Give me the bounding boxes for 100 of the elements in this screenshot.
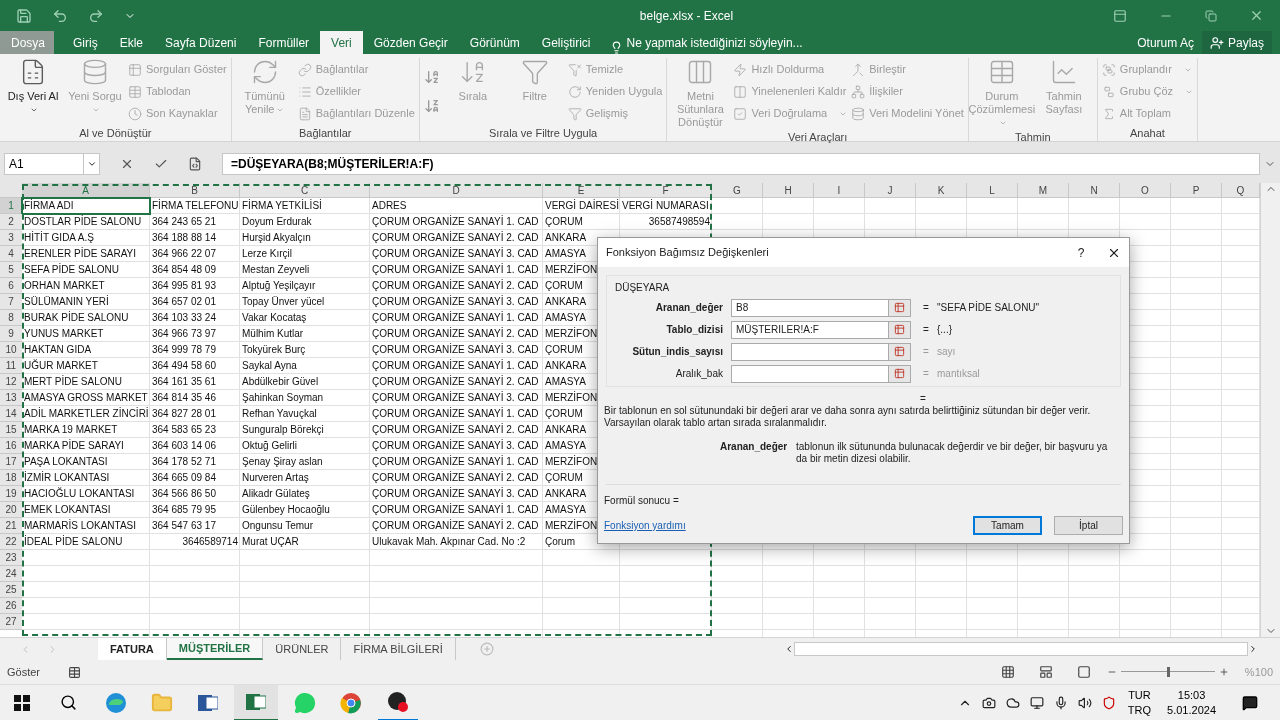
zoom-slider[interactable] [1120, 667, 1215, 677]
tell-me-search[interactable]: Ne yapmak istediğinizi söyleyin... [626, 31, 1130, 54]
column-header[interactable]: I [814, 183, 865, 198]
row-header[interactable]: 27 [0, 614, 22, 630]
column-header[interactable]: F [620, 183, 712, 198]
row-header[interactable]: 9 [0, 326, 22, 342]
user-add-icon[interactable] [1209, 35, 1224, 50]
row-header[interactable]: 26 [0, 598, 22, 614]
zoom-in-icon[interactable] [1218, 667, 1229, 677]
ribbon-tab[interactable]: Geliştirici [530, 31, 602, 54]
sign-in-link[interactable]: Oturum Aç [1129, 31, 1202, 54]
ribbon-button[interactable]: Dış Veri Al [4, 58, 62, 125]
column-header[interactable]: B [150, 183, 240, 198]
row-header[interactable]: 15 [0, 422, 22, 438]
record-icon[interactable] [387, 690, 409, 713]
row-header[interactable]: 1 [0, 198, 22, 214]
row-header[interactable]: 21 [0, 518, 22, 534]
clock-date[interactable]: 5.01.2024 [1167, 702, 1216, 718]
keyboard-indicator[interactable]: TRQ [1127, 702, 1152, 718]
help-button[interactable]: ? [1071, 243, 1091, 262]
row-header[interactable]: 22 [0, 534, 22, 550]
row-header[interactable]: 12 [0, 374, 22, 390]
ribbon-tab[interactable]: Sayfa Düzeni [154, 31, 248, 54]
dialog-button[interactable]: Tamam [973, 516, 1042, 535]
column-header[interactable]: Q [1222, 183, 1260, 198]
row-header[interactable]: 2 [0, 214, 22, 230]
row-header[interactable]: 10 [0, 342, 22, 358]
scroll-right-icon[interactable] [1248, 644, 1258, 654]
column-header[interactable]: J [865, 183, 916, 198]
language-indicator[interactable]: TUR [1128, 687, 1151, 703]
argument-field[interactable] [731, 364, 889, 383]
ribbon-tab[interactable]: Görünüm [458, 31, 531, 54]
row-header[interactable]: 4 [0, 246, 22, 262]
clock-time[interactable]: 15:03 [1177, 687, 1206, 703]
save-icon[interactable] [16, 7, 32, 24]
row-header[interactable]: 19 [0, 486, 22, 502]
column-header[interactable]: P [1171, 183, 1222, 198]
page-layout-icon[interactable] [1038, 665, 1053, 679]
ribbon-display-icon[interactable] [1113, 8, 1127, 23]
zoom-thumb[interactable] [1166, 667, 1170, 677]
horizontal-scrollbar[interactable] [794, 642, 1248, 656]
normal-view-icon[interactable] [1000, 665, 1015, 679]
dialog-button[interactable]: İptal [1054, 516, 1123, 535]
row-header[interactable]: 18 [0, 470, 22, 486]
row-header[interactable]: 3 [0, 230, 22, 246]
row-header[interactable]: 16 [0, 438, 22, 454]
ribbon-tab[interactable]: Formüller [247, 31, 321, 54]
row-header[interactable]: 11 [0, 358, 22, 374]
ribbon-tab[interactable]: Gözden Geçir [362, 31, 459, 54]
column-header[interactable]: E [543, 183, 620, 198]
page-break-icon[interactable] [1076, 665, 1091, 679]
sort-ascending-icon[interactable] [423, 68, 440, 85]
search-icon[interactable] [60, 694, 77, 711]
row-header[interactable]: 6 [0, 278, 22, 294]
column-header[interactable]: K [916, 183, 967, 198]
argument-field[interactable]: B8 [731, 298, 889, 317]
undo-icon[interactable] [52, 7, 68, 24]
column-header[interactable]: N [1069, 183, 1120, 198]
column-header[interactable]: D [370, 183, 543, 198]
column-header[interactable]: C [240, 183, 370, 198]
row-header[interactable]: 14 [0, 406, 22, 422]
document-icon[interactable] [198, 692, 218, 713]
ribbon-tab[interactable]: Ekle [108, 31, 154, 54]
start-icon[interactable] [14, 694, 30, 711]
row-header[interactable]: 7 [0, 294, 22, 310]
monitor-icon[interactable] [1029, 695, 1044, 710]
argument-field[interactable] [731, 342, 889, 361]
redo-icon[interactable] [88, 7, 104, 24]
range-select-icon[interactable] [894, 346, 905, 357]
row-header[interactable]: 20 [0, 502, 22, 518]
row-header[interactable]: 24 [0, 566, 22, 582]
vertical-scrollbar[interactable] [1260, 183, 1280, 637]
column-header[interactable]: G [712, 183, 763, 198]
spreadsheet-icon[interactable] [246, 691, 266, 712]
speaker-icon[interactable] [1077, 695, 1092, 710]
column-header[interactable]: L [967, 183, 1018, 198]
microphone-icon[interactable] [1053, 695, 1068, 710]
range-select-icon[interactable] [894, 368, 905, 379]
function-help-link[interactable]: Fonksiyon yardımı [604, 518, 961, 533]
column-header[interactable]: H [763, 183, 814, 198]
row-header[interactable]: 8 [0, 310, 22, 326]
row-header[interactable]: 17 [0, 454, 22, 470]
sheet-tab[interactable]: MÜŞTERİLER [166, 638, 264, 660]
restore-icon[interactable] [1205, 9, 1217, 22]
notification-icon[interactable] [1242, 694, 1258, 711]
browser-icon[interactable] [340, 691, 362, 714]
argument-field[interactable]: MÜŞTERİLER!A:F [731, 320, 889, 339]
row-header[interactable]: 5 [0, 262, 22, 278]
name-box[interactable]: A1 [4, 152, 84, 175]
cloud-icon[interactable] [1005, 695, 1020, 710]
formula-field[interactable]: =DÜŞEYARA(B8;MÜŞTERİLER!A:F) [222, 152, 1260, 175]
row-header[interactable]: 25 [0, 582, 22, 598]
camera-icon[interactable] [981, 695, 996, 710]
range-select-icon[interactable] [894, 324, 905, 335]
sort-descending-icon[interactable] [423, 98, 440, 115]
row-header[interactable]: 23 [0, 550, 22, 566]
insert-function-icon[interactable] [188, 156, 202, 171]
ribbon-tab[interactable]: Giriş [62, 31, 109, 54]
range-select-icon[interactable] [894, 302, 905, 313]
column-header[interactable]: M [1018, 183, 1069, 198]
